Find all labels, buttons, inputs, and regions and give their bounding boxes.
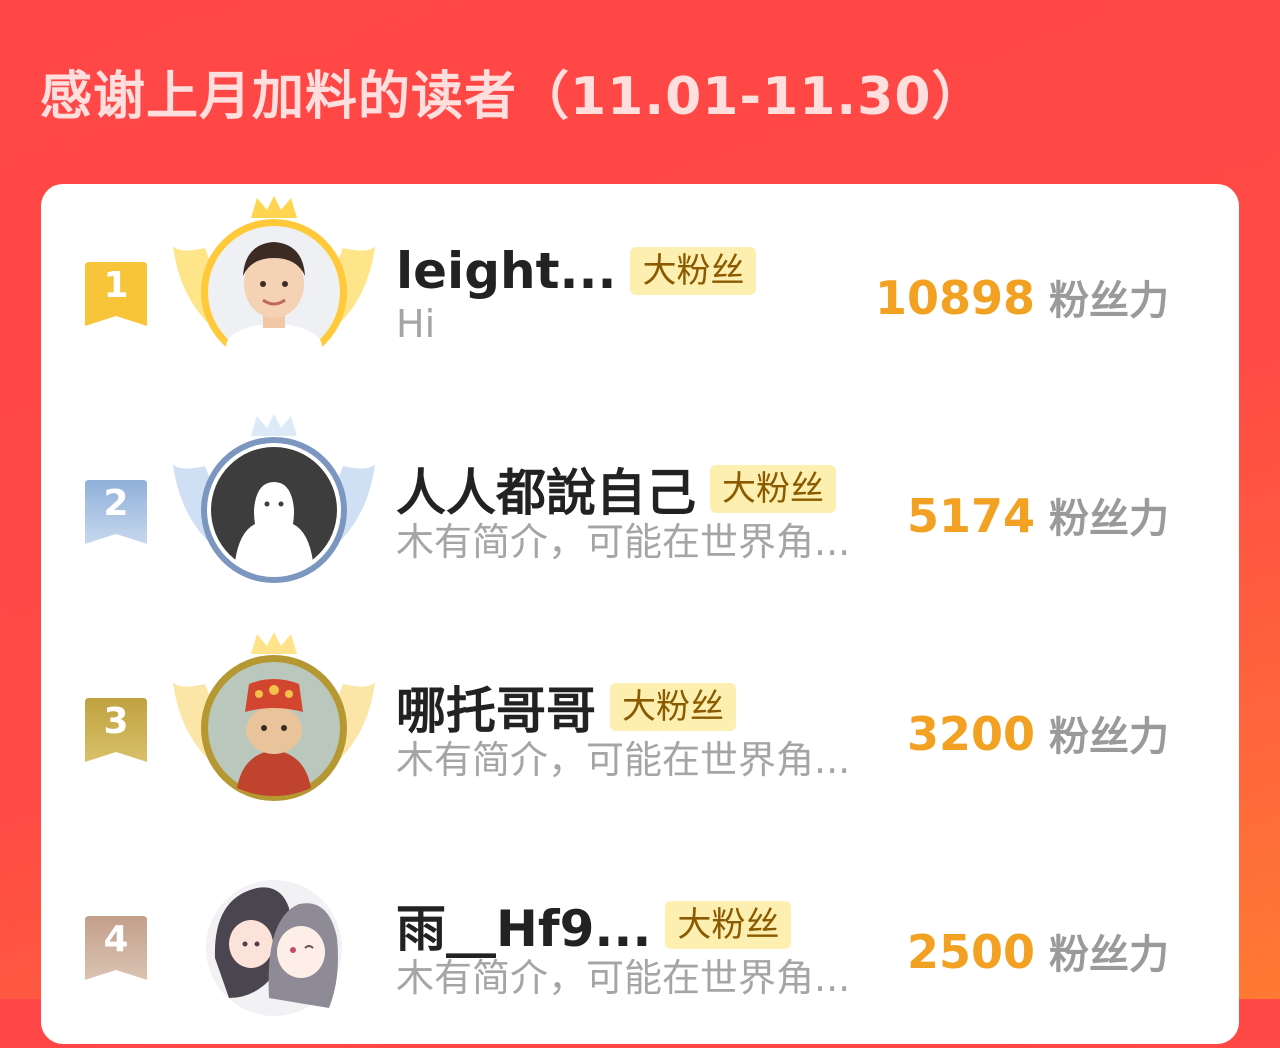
- name-line: leight... 大粉丝: [396, 236, 757, 306]
- user-bio: 木有简介，可能在世界角...: [396, 738, 851, 782]
- silver-crown-wings-frame-icon: [173, 414, 375, 583]
- avatar[interactable]: [169, 630, 379, 810]
- bronze-crown-wings-frame-icon: [173, 632, 375, 801]
- fan-score: 10898 粉丝力: [875, 268, 1169, 326]
- fan-score: 3200 粉丝力: [907, 704, 1169, 762]
- avatar[interactable]: [169, 412, 379, 592]
- user-bio: Hi: [396, 302, 436, 346]
- fan-badge: 大粉丝: [710, 465, 836, 513]
- name-line: 人人都說自己 大粉丝: [396, 454, 836, 524]
- user-bio: 木有简介，可能在世界角...: [396, 956, 851, 1000]
- fan-score: 5174 粉丝力: [907, 486, 1169, 544]
- avatar[interactable]: [169, 194, 379, 374]
- fan-score: 2500 粉丝力: [907, 922, 1169, 980]
- list-item[interactable]: 1 leight... 大粉丝 Hi 10898 粉丝力: [41, 194, 1239, 394]
- score-value: 3200: [906, 707, 1035, 761]
- list-item[interactable]: 4 雨__Hf9... 大粉丝 木有简介，可能在世界角... 2500 粉丝力: [41, 848, 1239, 1048]
- score-value: 2500: [906, 925, 1035, 979]
- score-unit: 粉丝力: [1049, 496, 1169, 542]
- gold-crown-wings-frame-icon: [173, 196, 375, 368]
- fan-badge: 大粉丝: [665, 901, 792, 949]
- username[interactable]: 人人都說自己: [396, 453, 696, 525]
- rank-ribbon-plain: 4: [85, 916, 147, 980]
- list-item[interactable]: 2 人人都說自己 大粉丝 木有简介，可能在世界角... 5174 粉丝力: [41, 412, 1239, 612]
- page-title: 感谢上月加料的读者（11.01-11.30）: [40, 67, 985, 127]
- score-unit: 粉丝力: [1049, 278, 1169, 324]
- rank-number: 2: [103, 483, 129, 524]
- name-line: 哪托哥哥 大粉丝: [396, 672, 736, 742]
- score-unit: 粉丝力: [1049, 714, 1169, 760]
- rank-ribbon-silver: 2: [85, 480, 147, 544]
- avatar[interactable]: [169, 848, 379, 1028]
- reader-ranking-list: 1 leight... 大粉丝 Hi 10898 粉丝力 2 人人都說自己 大粉…: [41, 184, 1239, 1044]
- fan-badge: 大粉丝: [610, 683, 736, 731]
- fan-badge: 大粉丝: [630, 247, 757, 295]
- user-bio: 木有简介，可能在世界角...: [396, 520, 851, 564]
- score-value: 10898: [874, 271, 1035, 325]
- rank-number: 1: [103, 265, 129, 306]
- rank-number: 3: [103, 701, 129, 742]
- name-line: 雨__Hf9... 大粉丝: [396, 889, 792, 961]
- score-unit: 粉丝力: [1049, 932, 1169, 978]
- anime-girls-avatar-icon: [206, 880, 342, 1016]
- username[interactable]: 雨__Hf9...: [396, 889, 651, 961]
- username[interactable]: leight...: [396, 242, 616, 300]
- rank-ribbon-bronze: 3: [85, 698, 147, 762]
- list-item[interactable]: 3 哪托哥哥 大粉丝 木有简介，可能在世界角... 3200 粉丝力: [41, 630, 1239, 830]
- score-value: 5174: [906, 489, 1035, 543]
- username[interactable]: 哪托哥哥: [396, 671, 596, 743]
- rank-ribbon-gold: 1: [85, 262, 147, 326]
- rank-number: 4: [103, 919, 129, 960]
